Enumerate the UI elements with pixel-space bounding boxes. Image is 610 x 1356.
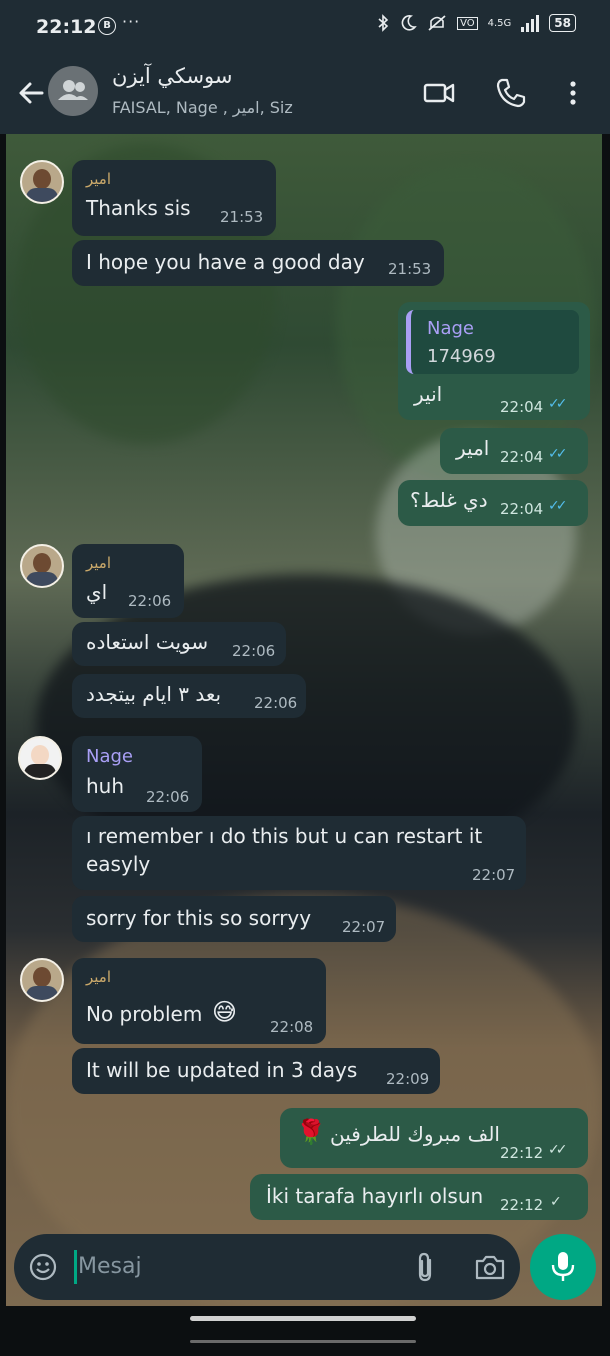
message-bubble-outgoing[interactable]: امير 22:04 ✓✓ — [440, 428, 588, 474]
sender-name: امير — [86, 170, 112, 188]
group-avatar-icon[interactable] — [48, 66, 98, 116]
message-time: 21:53 — [220, 208, 264, 226]
sent-tick-icon: ✓ — [550, 1194, 562, 1210]
home-indicator[interactable] — [190, 1316, 416, 1321]
moon-icon — [401, 15, 417, 31]
read-tick-icon: ✓✓ — [548, 498, 568, 514]
signal-icon — [521, 14, 540, 32]
message-text: İki tarafa hayırlı olsun — [266, 1184, 484, 1208]
chat-header: سوسكي آيزن FAISAL, Nage , امير, Siz — [0, 54, 610, 134]
message-text: huh — [86, 774, 125, 798]
camera-icon[interactable] — [474, 1252, 506, 1282]
message-time: 21:53 — [388, 260, 432, 278]
battery-icon: 58 — [549, 14, 576, 32]
message-text: بعد ٣ ايام بيتجدد — [86, 682, 222, 706]
message-text: No problem — [86, 1002, 203, 1026]
avatar[interactable] — [18, 736, 62, 780]
message-time: 22:04 — [500, 500, 544, 518]
message-time: 22:12 — [500, 1196, 544, 1214]
message-text: Thanks sis — [86, 196, 191, 220]
message-bubble-outgoing[interactable]: İki tarafa hayırlı olsun 22:12 ✓ — [250, 1174, 588, 1220]
avatar[interactable] — [20, 544, 64, 588]
message-composer[interactable]: Mesaj — [14, 1234, 520, 1300]
avatar[interactable] — [20, 160, 64, 204]
voice-record-button[interactable] — [530, 1234, 596, 1300]
avatar[interactable] — [20, 958, 64, 1002]
message-text: سويت استعاده — [86, 630, 209, 654]
mute-icon — [428, 15, 446, 31]
message-bubble-incoming[interactable]: Nage huh 22:06 — [72, 736, 202, 812]
status-bar: 22:12 B ··· VO 4.5G 58 — [0, 0, 610, 54]
text-cursor — [74, 1250, 77, 1284]
status-time: 22:12 — [36, 16, 97, 38]
chat-title[interactable]: سوسكي آيزن — [112, 64, 233, 88]
message-bubble-incoming[interactable]: امير اي 22:06 — [72, 544, 184, 618]
quoted-sender: Nage — [427, 318, 474, 339]
message-time: 22:07 — [342, 918, 386, 936]
message-text: امير — [456, 436, 490, 460]
message-bubble-incoming[interactable]: sorry for this so sorryy 22:07 — [72, 896, 396, 942]
sender-name: Nage — [86, 746, 133, 767]
bluetooth-icon — [378, 14, 389, 32]
back-arrow-icon[interactable] — [14, 76, 48, 110]
mic-icon — [551, 1252, 575, 1281]
chat-wallpaper[interactable]: امير Thanks sis 21:53 I hope you have a … — [6, 134, 602, 1306]
message-bubble-incoming[interactable]: ı remember ı do this but u can restart i… — [72, 816, 526, 890]
sender-name: امير — [86, 554, 112, 572]
message-bubble-outgoing[interactable]: Nage 174969 انير 22:04 ✓✓ — [398, 302, 590, 420]
message-bubble-outgoing[interactable]: 🌹 الف مبروك للطرفين 22:12 ✓✓ — [280, 1108, 588, 1168]
network-label: 4.5G — [487, 17, 512, 29]
message-input[interactable]: Mesaj — [78, 1254, 142, 1279]
message-time: 22:04 — [500, 448, 544, 466]
message-time: 22:06 — [146, 788, 190, 806]
message-time: 22:06 — [232, 642, 276, 660]
delivered-tick-icon: ✓✓ — [548, 1142, 568, 1158]
read-tick-icon: ✓✓ — [548, 396, 568, 412]
read-tick-icon: ✓✓ — [548, 446, 568, 462]
message-text: I hope you have a good day — [86, 250, 365, 274]
message-bubble-outgoing[interactable]: دي غلط؟ 22:04 ✓✓ — [398, 480, 588, 526]
nav-divider — [190, 1340, 416, 1343]
attach-icon[interactable] — [412, 1252, 440, 1282]
phone-call-icon[interactable] — [494, 76, 528, 110]
quoted-message[interactable]: Nage 174969 — [406, 310, 579, 374]
message-time: 22:04 — [500, 398, 544, 416]
message-time: 22:08 — [270, 1018, 314, 1036]
more-notifications-icon: ··· — [122, 12, 141, 31]
video-call-icon[interactable] — [422, 76, 456, 110]
chat-participants[interactable]: FAISAL, Nage , امير, Siz — [112, 98, 293, 117]
message-bubble-incoming[interactable]: سويت استعاده 22:06 — [72, 622, 286, 666]
message-text: دي غلط؟ — [410, 488, 488, 512]
emoji-icon[interactable] — [28, 1252, 58, 1282]
message-text: sorry for this so sorryy — [86, 906, 312, 930]
message-time: 22:06 — [128, 592, 172, 610]
more-vert-icon[interactable] — [556, 76, 590, 110]
message-text: ı remember ı do this but u can restart i… — [86, 824, 483, 848]
rose-emoji-icon: 🌹 — [296, 1118, 326, 1146]
message-text: اي — [86, 580, 108, 604]
message-text-line2: easyly — [86, 852, 151, 876]
message-text: الف مبروك للطرفين — [330, 1122, 500, 1146]
b-badge-icon: B — [98, 17, 116, 35]
message-text: انير — [414, 382, 443, 406]
message-bubble-incoming[interactable]: I hope you have a good day 21:53 — [72, 240, 444, 286]
grinning-sweat-emoji-icon: 😅 — [212, 998, 238, 1026]
message-time: 22:07 — [472, 866, 516, 884]
sender-name: امير — [86, 968, 112, 986]
message-bubble-incoming[interactable]: بعد ٣ ايام بيتجدد 22:06 — [72, 674, 306, 718]
message-time: 22:09 — [386, 1070, 430, 1088]
message-bubble-incoming[interactable]: امير No problem 😅 22:08 — [72, 958, 326, 1044]
message-time: 22:12 — [500, 1144, 544, 1162]
message-bubble-incoming[interactable]: It will be updated in 3 days 22:09 — [72, 1048, 440, 1094]
volte-icon: VO — [457, 16, 478, 30]
message-time: 22:06 — [254, 694, 298, 712]
quoted-text: 174969 — [427, 346, 496, 367]
message-bubble-incoming[interactable]: امير Thanks sis 21:53 — [72, 160, 276, 236]
message-text: It will be updated in 3 days — [86, 1058, 358, 1082]
